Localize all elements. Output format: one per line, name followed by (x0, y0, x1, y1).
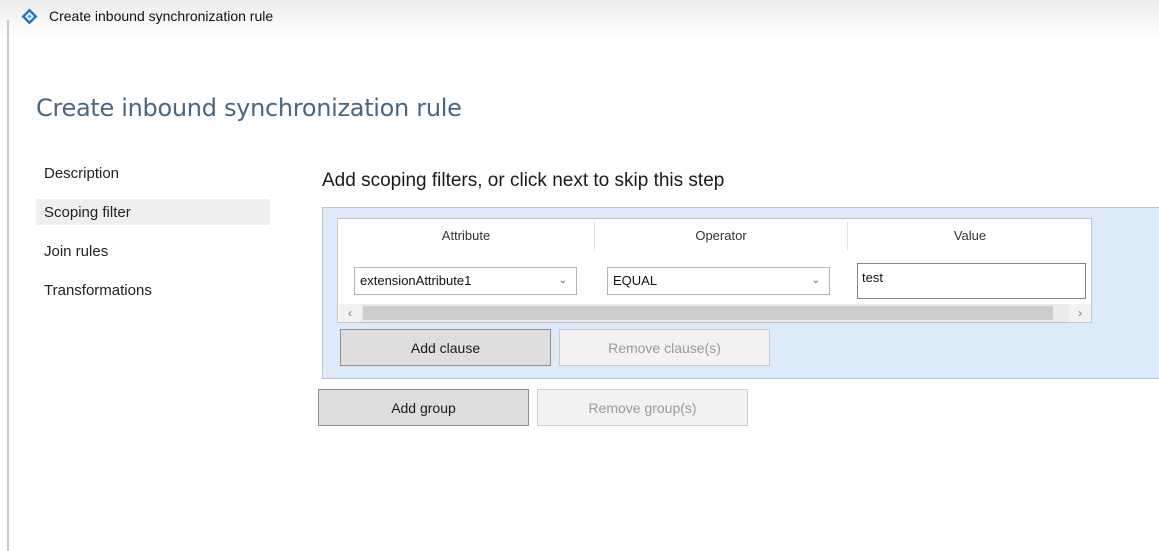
remove-group-button[interactable]: Remove group(s) (537, 389, 748, 426)
attribute-select[interactable]: extensionAttribute1 ⌄ (354, 267, 577, 295)
page-title: Create inbound synchronization rule (36, 94, 462, 122)
attribute-select-value: extensionAttribute1 (360, 273, 472, 288)
column-header-value: Value (953, 228, 987, 243)
nav-item-join-rules[interactable]: Join rules (36, 238, 270, 264)
horizontal-scrollbar[interactable]: ‹ › (339, 304, 1091, 322)
scroll-right-arrow-icon[interactable]: › (1069, 304, 1091, 322)
sync-rule-diamond-icon (21, 8, 38, 25)
value-input[interactable] (857, 263, 1086, 299)
nav-item-scoping-filter[interactable]: Scoping filter (36, 199, 270, 225)
step-heading: Add scoping filters, or click next to sk… (322, 170, 725, 191)
clause-grid: Attribute Operator Value extensionAttrib… (337, 218, 1092, 323)
scoping-filter-group: Attribute Operator Value extensionAttrib… (322, 207, 1159, 379)
operator-select[interactable]: EQUAL ⌄ (607, 267, 830, 295)
window-title: Create inbound synchronization rule (49, 8, 274, 24)
chevron-down-icon: ⌄ (558, 275, 567, 286)
wizard-step-nav: Description Scoping filter Join rules Tr… (36, 160, 270, 316)
remove-clause-button[interactable]: Remove clause(s) (559, 329, 770, 366)
add-group-button[interactable]: Add group (318, 389, 529, 426)
nav-item-description[interactable]: Description (36, 160, 270, 186)
scroll-left-arrow-icon[interactable]: ‹ (339, 304, 361, 322)
window-titlebar: Create inbound synchronization rule (0, 0, 1159, 38)
window-border (7, 20, 9, 551)
nav-item-transformations[interactable]: Transformations (36, 277, 270, 303)
column-header-operator: Operator (595, 222, 848, 250)
chevron-down-icon: ⌄ (811, 275, 820, 286)
operator-select-value: EQUAL (613, 273, 658, 288)
add-clause-button[interactable]: Add clause (340, 329, 551, 366)
column-header-attribute: Attribute (338, 222, 595, 250)
scrollbar-thumb[interactable] (363, 306, 1053, 320)
